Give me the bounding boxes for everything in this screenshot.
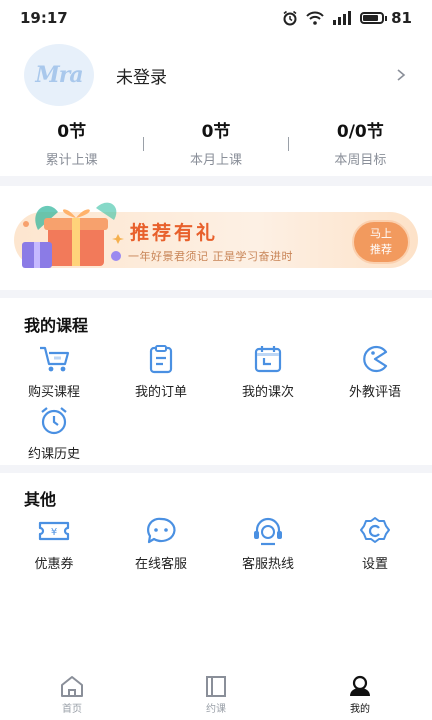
alarm-icon	[283, 10, 297, 26]
my-lessons-button[interactable]: 我的课次	[225, 344, 311, 400]
chevron-right-icon[interactable]	[394, 68, 408, 82]
username[interactable]: 未登录	[116, 63, 394, 88]
profile-row[interactable]: Mra 未登录	[0, 44, 432, 106]
user-icon	[350, 675, 370, 696]
my-courses-title: 我的课程	[24, 316, 89, 335]
status-bar: 19:17 81	[0, 0, 432, 36]
banner-subtitle: 一年好景君须记 正是学习奋进时	[128, 250, 293, 263]
banner-title: 推荐有礼	[130, 222, 219, 244]
coupon-button[interactable]: ¥ 优惠券	[11, 516, 97, 572]
status-time: 19:17	[20, 9, 68, 27]
stats-row: 0节 累计上课 0节 本月上课 0/0节 本周目标	[0, 118, 432, 170]
other-title: 其他	[24, 490, 57, 509]
home-icon	[61, 676, 83, 697]
book-icon	[206, 676, 226, 697]
section-gap	[0, 465, 432, 473]
stat-total-classes: 0节 累计上课	[45, 121, 98, 168]
bottom-nav: 首页 约课 我的	[0, 668, 432, 720]
battery-icon	[360, 12, 385, 24]
chat-bubble-icon	[147, 517, 176, 544]
section-gap	[0, 176, 432, 186]
section-gap	[0, 290, 432, 298]
stat-month-classes: 0节 本月上课	[189, 121, 242, 168]
my-orders-button[interactable]: 我的订单	[118, 344, 204, 400]
battery-level: 81	[391, 9, 412, 27]
alarm-clock-icon	[41, 407, 67, 435]
cart-icon	[40, 346, 70, 372]
svg-text:¥: ¥	[51, 527, 57, 538]
avatar[interactable]: Mra	[24, 44, 94, 106]
teacher-comments-button[interactable]: 外教评语	[332, 344, 418, 400]
nav-home[interactable]: 首页	[0, 668, 144, 720]
settings-button[interactable]: 设置	[332, 516, 418, 572]
coupon-icon: ¥	[38, 521, 70, 541]
headset-icon	[254, 517, 282, 546]
online-service-button[interactable]: 在线客服	[118, 516, 204, 572]
signal-icon	[333, 11, 352, 25]
clipboard-icon	[149, 345, 173, 374]
service-hotline-button[interactable]: 客服热线	[225, 516, 311, 572]
nav-booking[interactable]: 约课	[144, 668, 288, 720]
stat-week-goal: 0/0节 本周目标	[334, 121, 387, 168]
calendar-icon	[254, 346, 282, 373]
gear-icon	[360, 517, 390, 543]
buy-course-button[interactable]: 购买课程	[11, 344, 97, 400]
recommend-now-button[interactable]: 马上 推荐	[352, 220, 410, 264]
wifi-icon	[306, 11, 324, 25]
nav-mine[interactable]: 我的	[288, 668, 432, 720]
pacman-icon	[363, 345, 388, 373]
gift-box-icon	[22, 202, 124, 268]
booking-history-button[interactable]: 约课历史	[11, 406, 97, 462]
battery-indicator: 81	[360, 9, 412, 27]
status-icons: 81	[282, 9, 412, 27]
